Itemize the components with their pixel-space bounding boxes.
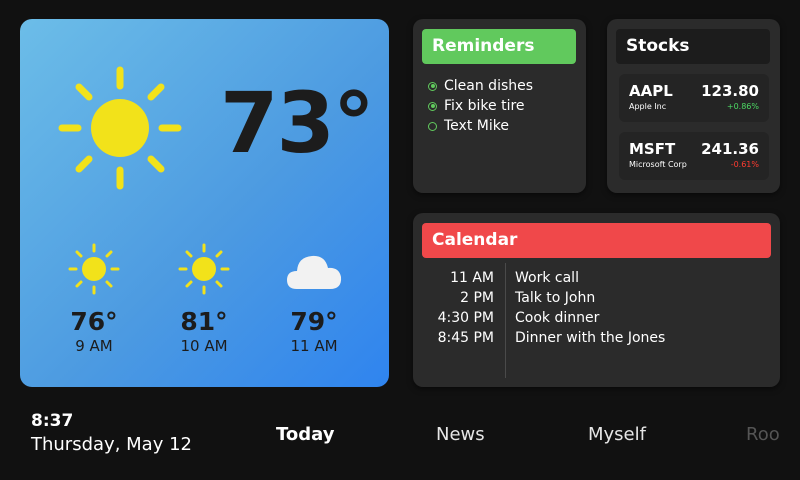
stock-symbol: AAPL: [629, 82, 673, 100]
calendar-title: Calendar: [422, 223, 771, 258]
event-time: 2 PM: [460, 290, 494, 306]
reminder-item[interactable]: Clean dishes: [428, 76, 533, 96]
stock-change: +0.86%: [726, 102, 759, 111]
empty-circle-icon[interactable]: [428, 121, 437, 131]
calendar-divider: [505, 263, 506, 378]
hourly-forecast-item: 81° 10 AM: [154, 239, 254, 355]
stock-item-msft[interactable]: MSFT Microsoft Corp 241.36 -0.61%: [619, 132, 769, 180]
hourly-time: 10 AM: [180, 337, 228, 355]
current-temperature: 73°: [220, 74, 375, 172]
sun-icon: [68, 243, 120, 295]
hourly-temperature: 76°: [70, 307, 118, 336]
reminder-item[interactable]: Text Mike: [428, 116, 533, 136]
weather-card[interactable]: 73° 76° 9 AM 81° 10 AM 79° 11 AM: [20, 19, 389, 387]
reminder-text: Text Mike: [444, 118, 509, 134]
stocks-card[interactable]: Stocks AAPL Apple Inc 123.80 +0.86% MSFT…: [607, 19, 780, 193]
stocks-title: Stocks: [616, 29, 770, 64]
clock-date: Thursday, May 12: [31, 434, 192, 455]
stock-price: 123.80: [701, 82, 759, 100]
reminders-title: Reminders: [422, 29, 576, 64]
hourly-time: 9 AM: [75, 337, 113, 355]
calendar-times: 11 AM 2 PM 4:30 PM 8:45 PM: [438, 268, 494, 348]
stock-company-name: Microsoft Corp: [629, 160, 687, 169]
hourly-temperature: 81°: [180, 307, 228, 336]
event-time: 11 AM: [450, 270, 494, 286]
stock-symbol: MSFT: [629, 140, 676, 158]
reminder-text: Clean dishes: [444, 78, 534, 94]
event-time: 4:30 PM: [437, 310, 494, 326]
hourly-forecast-item: 76° 9 AM: [44, 239, 144, 355]
stock-change: -0.61%: [730, 160, 759, 169]
calendar-events: Work call Talk to John Cook dinner Dinne…: [515, 268, 665, 348]
event-title[interactable]: Work call: [515, 268, 665, 288]
stock-item-aapl[interactable]: AAPL Apple Inc 123.80 +0.86%: [619, 74, 769, 122]
checked-circle-icon[interactable]: [428, 81, 437, 91]
calendar-card[interactable]: Calendar 11 AM 2 PM 4:30 PM 8:45 PM Work…: [413, 213, 780, 387]
sun-icon: [178, 243, 230, 295]
sun-icon: [58, 66, 182, 190]
stock-company-name: Apple Inc: [629, 102, 667, 111]
tab-myself[interactable]: Myself: [588, 424, 646, 445]
tab-news[interactable]: News: [436, 424, 485, 445]
stock-price: 241.36: [701, 140, 759, 158]
event-time: 8:45 PM: [437, 330, 494, 346]
tab-today[interactable]: Today: [276, 424, 334, 445]
tab-rooms[interactable]: Roo: [746, 424, 780, 445]
event-title[interactable]: Talk to John: [515, 288, 665, 308]
cloud-icon: [287, 255, 342, 289]
reminders-card[interactable]: Reminders Clean dishes Fix bike tire Tex…: [413, 19, 586, 193]
hourly-time: 11 AM: [290, 337, 338, 355]
reminders-list: Clean dishes Fix bike tire Text Mike: [428, 76, 533, 136]
event-title[interactable]: Dinner with the Jones: [515, 328, 665, 348]
hourly-temperature: 79°: [290, 307, 338, 336]
event-title[interactable]: Cook dinner: [515, 308, 665, 328]
reminder-item[interactable]: Fix bike tire: [428, 96, 533, 116]
reminder-text: Fix bike tire: [444, 98, 525, 114]
hourly-forecast-item: 79° 11 AM: [264, 239, 364, 355]
checked-circle-icon[interactable]: [428, 101, 437, 111]
clock-time: 8:37: [31, 411, 74, 431]
